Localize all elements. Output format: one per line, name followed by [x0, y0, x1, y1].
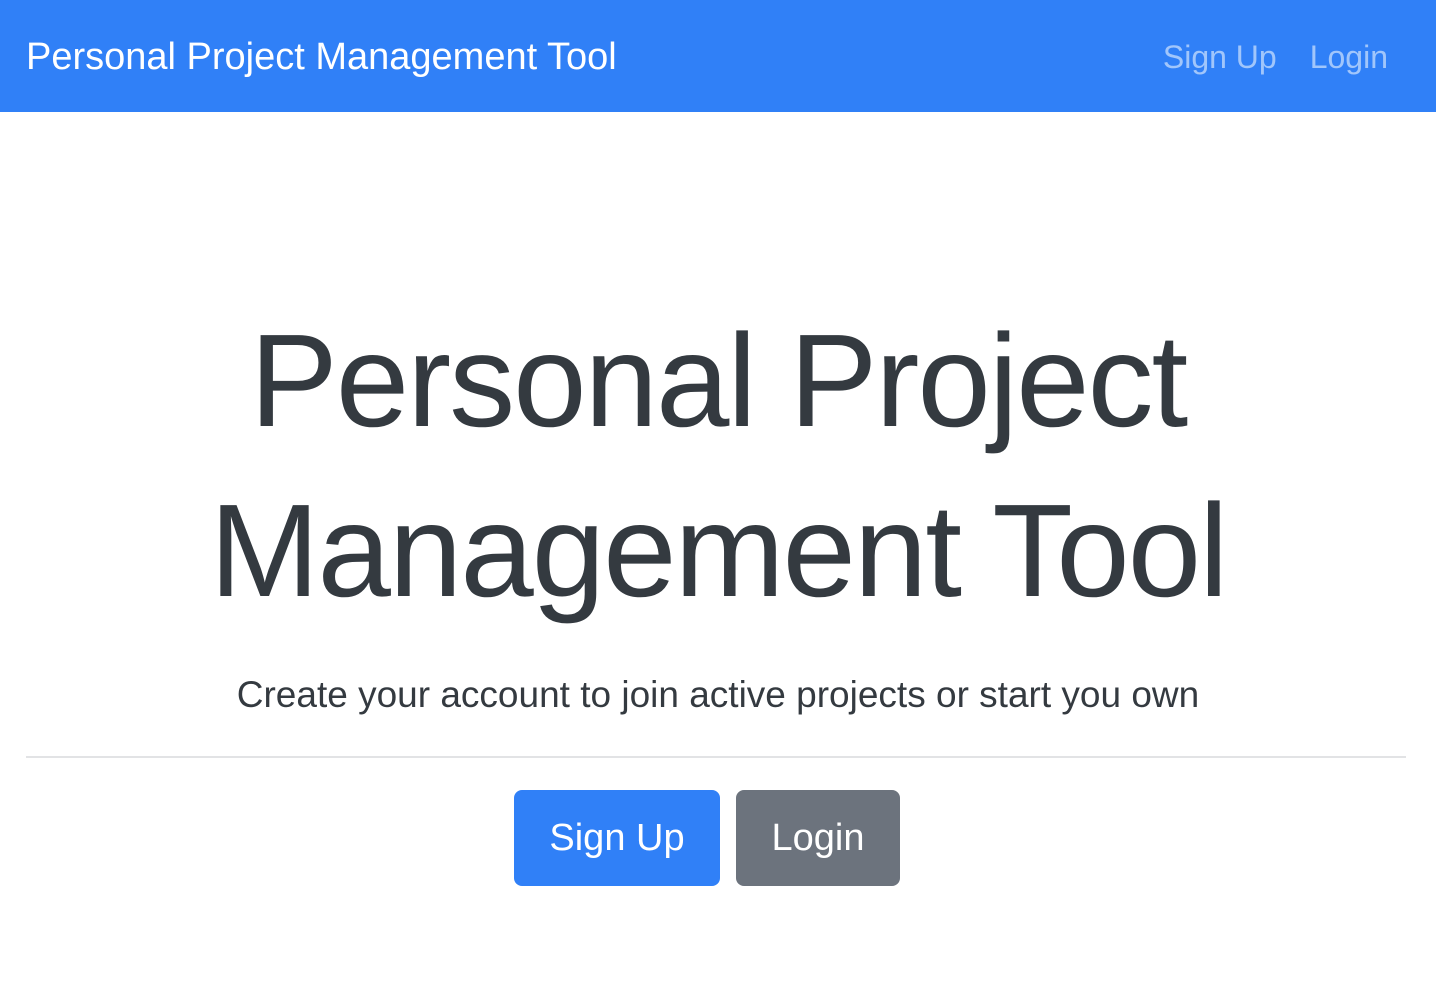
hero-subtitle: Create your account to join active proje… [236, 674, 1200, 715]
hero-divider [26, 756, 1406, 758]
navbar-links: Sign Up Login [1163, 36, 1388, 78]
sign-up-button[interactable]: Sign Up [514, 790, 720, 886]
login-button[interactable]: Login [736, 790, 900, 886]
navbar: Personal Project Management Tool Sign Up… [0, 0, 1436, 112]
hero-title-line-1: Personal Project [249, 307, 1188, 454]
hero-title-line-2: Management Tool [209, 477, 1229, 624]
hero-section: Personal Project Management Tool Create … [0, 112, 1436, 992]
hero-title: Personal Project Management Tool [0, 296, 1436, 636]
nav-link-sign-up[interactable]: Sign Up [1163, 36, 1277, 78]
nav-link-login[interactable]: Login [1310, 36, 1388, 78]
navbar-brand[interactable]: Personal Project Management Tool [26, 34, 617, 80]
